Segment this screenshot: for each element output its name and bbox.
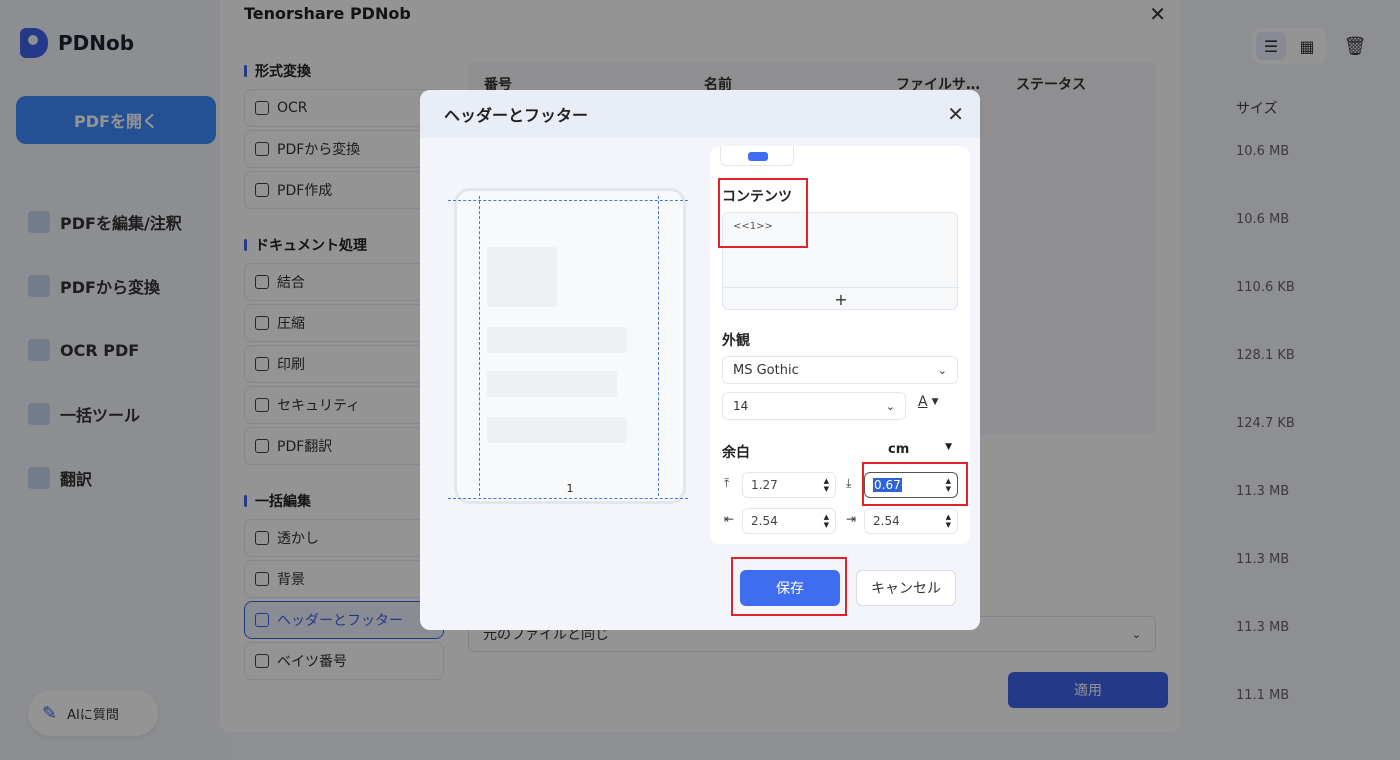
dialog-title: ヘッダーとフッター — [444, 106, 589, 125]
top-margin-input[interactable]: 1.27 ▲ ▼ — [742, 472, 836, 498]
right-margin-value: 2.54 — [873, 514, 900, 528]
stepper-arrows-icon[interactable]: ▲ ▼ — [946, 477, 951, 493]
bottom-margin-input[interactable]: 0.67 ▲ ▼ — [864, 472, 958, 498]
stepper-arrows-icon[interactable]: ▲ ▼ — [946, 513, 951, 529]
chevron-down-icon: ⌄ — [937, 363, 947, 377]
chevron-down-icon: ⌄ — [885, 399, 895, 413]
left-margin-icon: ⇤ — [724, 512, 735, 526]
contents-label: コンテンツ — [722, 189, 792, 205]
text-color-button[interactable]: A ▼ — [918, 394, 939, 410]
contents-box[interactable]: <<1>> + — [722, 212, 959, 311]
caret-down-icon: ▼ — [931, 397, 939, 407]
right-margin-icon: ⇥ — [846, 512, 857, 526]
dialog-header: ヘッダーとフッター ✕ — [420, 90, 980, 138]
cancel-button[interactable]: キャンセル — [856, 570, 956, 606]
preview-page-number: 1 — [566, 482, 574, 495]
bottom-margin-guide — [448, 498, 688, 499]
unit-value: cm — [888, 442, 910, 457]
save-button[interactable]: 保存 — [740, 570, 840, 606]
right-margin-input[interactable]: 2.54 ▲ ▼ — [864, 508, 958, 534]
bottom-margin-icon: ⤓ — [846, 476, 852, 490]
font-size-value: 14 — [733, 399, 749, 413]
top-margin-guide — [448, 200, 688, 201]
font-size-select[interactable]: 14 ⌄ — [722, 392, 906, 420]
contents-text[interactable]: <<1>> — [733, 221, 773, 232]
unit-select[interactable]: cm ▼ — [888, 442, 952, 457]
right-margin-guide — [658, 196, 659, 496]
stepper-arrows-icon[interactable]: ▲ ▼ — [824, 513, 829, 529]
close-icon[interactable]: ✕ — [947, 102, 964, 126]
top-margin-value: 1.27 — [751, 478, 778, 492]
page-preview: 1 — [448, 186, 688, 506]
left-margin-value: 2.54 — [751, 514, 778, 528]
stepper-arrows-icon[interactable]: ▲ ▼ — [824, 477, 829, 493]
preview-page — [454, 188, 686, 504]
position-tab[interactable] — [720, 146, 794, 166]
left-margin-guide — [479, 196, 480, 496]
left-margin-input[interactable]: 2.54 ▲ ▼ — [742, 508, 836, 534]
margin-label: 余白 — [722, 445, 750, 461]
top-margin-icon: ⤒ — [724, 476, 730, 490]
caret-down-icon: ▼ — [945, 442, 952, 452]
font-select[interactable]: MS Gothic ⌄ — [722, 356, 958, 384]
bottom-margin-value: 0.67 — [873, 478, 902, 492]
header-footer-dialog: ヘッダーとフッター ✕ 1 コンテンツ <<1>> + 外観 MS Gothic… — [420, 90, 980, 630]
add-content-button[interactable]: + — [723, 287, 959, 311]
appearance-label: 外観 — [722, 333, 750, 349]
text-color-icon: A — [918, 394, 928, 410]
font-value: MS Gothic — [733, 362, 799, 378]
settings-panel: コンテンツ <<1>> + 外観 MS Gothic ⌄ 14 ⌄ A ▼ 余白… — [710, 146, 970, 544]
